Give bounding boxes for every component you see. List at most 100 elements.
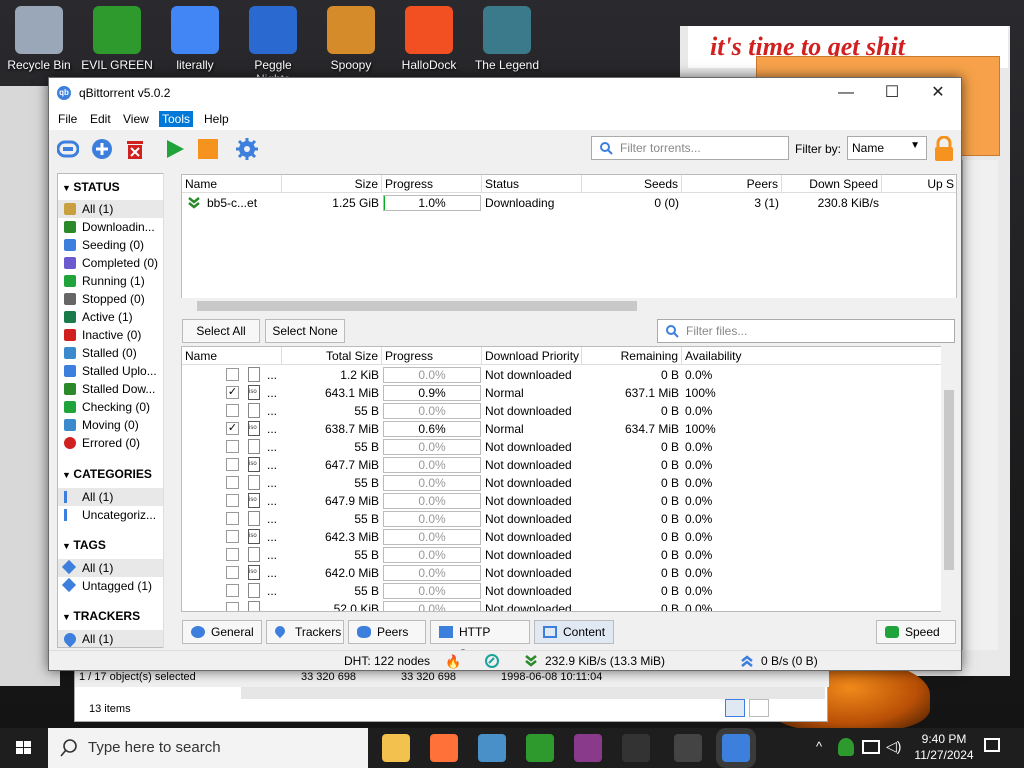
file-priority[interactable]: Not downloaded bbox=[482, 582, 582, 600]
categories-section-header[interactable]: ▼ CATEGORIES bbox=[62, 467, 152, 481]
tab-trackers[interactable]: Trackers bbox=[266, 620, 344, 644]
firefox-icon[interactable] bbox=[430, 734, 458, 762]
taskbar-clock[interactable]: 9:40 PM 11/27/2024 bbox=[908, 731, 980, 763]
settings-gear-icon[interactable] bbox=[236, 138, 258, 160]
sidebar-item-status[interactable]: Seeding (0) bbox=[58, 236, 176, 254]
sidebar-scrollbar[interactable] bbox=[163, 173, 177, 648]
file-row[interactable]: ... 55 B 0.0% Not downloaded 0 B 0.0% bbox=[182, 510, 942, 528]
file-priority[interactable]: Normal bbox=[482, 384, 582, 402]
sidebar-item-category-all[interactable]: All (1) bbox=[58, 488, 176, 506]
sidebar-item-status[interactable]: All (1) bbox=[58, 200, 176, 218]
sidebar-item-status[interactable]: Stalled (0) bbox=[58, 344, 176, 362]
file-priority[interactable]: Not downloaded bbox=[482, 474, 582, 492]
file-priority[interactable]: Not downloaded bbox=[482, 546, 582, 564]
sidebar-item-status[interactable]: Inactive (0) bbox=[58, 326, 176, 344]
sidebar-item-status[interactable]: Running (1) bbox=[58, 272, 176, 290]
file-row[interactable]: ... 55 B 0.0% Not downloaded 0 B 0.0% bbox=[182, 474, 942, 492]
qbittorrent-icon[interactable] bbox=[722, 734, 750, 762]
maximize-button[interactable]: ☐ bbox=[869, 78, 915, 108]
resume-icon[interactable] bbox=[164, 138, 186, 160]
file-row[interactable]: ✓... 638.7 MiB 0.6%Normal 634.7 MiB 100% bbox=[182, 420, 942, 438]
sidebar-item-status[interactable]: Downloadin... bbox=[58, 218, 176, 236]
col-availability[interactable]: Availability bbox=[682, 347, 956, 365]
file-list-vscroll[interactable] bbox=[941, 346, 957, 612]
tab-content[interactable]: Content bbox=[534, 620, 614, 644]
file-priority[interactable]: Not downloaded bbox=[482, 510, 582, 528]
file-row[interactable]: ... 52.0 KiB 0.0% Not downloaded 0 B 0.0% bbox=[182, 600, 942, 611]
file-checkbox[interactable] bbox=[226, 368, 239, 381]
file-row[interactable]: ... 55 B 0.0% Not downloaded 0 B 0.0% bbox=[182, 546, 942, 564]
sidebar-item-tracker-all[interactable]: All (1) bbox=[58, 630, 176, 647]
file-priority[interactable]: Not downloaded bbox=[482, 456, 582, 474]
menu-view[interactable]: View bbox=[120, 111, 152, 127]
tiles-view-icon[interactable] bbox=[749, 699, 769, 717]
windows-start-icon[interactable] bbox=[0, 728, 48, 768]
tab-http-sources[interactable]: HTTP Sources bbox=[430, 620, 530, 661]
menu-file[interactable]: File bbox=[55, 111, 80, 127]
sidebar-item-status[interactable]: Checking (0) bbox=[58, 398, 176, 416]
taskbar-search-input[interactable]: Type here to search bbox=[48, 728, 368, 768]
delete-icon[interactable] bbox=[124, 138, 146, 160]
file-checkbox[interactable] bbox=[226, 584, 239, 597]
file-row[interactable]: ...647.9 MiB0.0%Not downloaded0 B0.0% bbox=[182, 492, 942, 510]
col-status[interactable]: Status bbox=[482, 175, 582, 193]
col-progress[interactable]: Progress bbox=[382, 175, 482, 193]
select-all-button[interactable]: Select All bbox=[182, 319, 260, 343]
scroll-thumb[interactable] bbox=[944, 390, 954, 570]
desktop-icon[interactable]: literally bbox=[158, 6, 232, 72]
file-priority[interactable]: Not downloaded bbox=[482, 564, 582, 582]
tray-app-icon[interactable] bbox=[838, 738, 854, 756]
sidebar-item-status[interactable]: Stalled Dow... bbox=[58, 380, 176, 398]
file-row[interactable]: ✓... 643.1 MiB 0.9%Normal 637.1 MiB 100% bbox=[182, 384, 942, 402]
col-up-speed[interactable]: Up S bbox=[882, 175, 956, 193]
chevron-up-icon[interactable]: ^ bbox=[816, 739, 822, 754]
details-view-icon[interactable] bbox=[725, 699, 745, 717]
7zip-icon[interactable] bbox=[674, 734, 702, 762]
desktop-icon[interactable]: Spoopy bbox=[314, 6, 388, 72]
sidebar-item-status[interactable]: Completed (0) bbox=[58, 254, 176, 272]
sidebar-item-status[interactable]: Moving (0) bbox=[58, 416, 176, 434]
file-row[interactable]: ...647.7 MiB0.0%Not downloaded0 B0.0% bbox=[182, 456, 942, 474]
file-row[interactable]: ... 1.2 KiB 0.0% Not downloaded 0 B 0.0% bbox=[182, 366, 942, 384]
connection-status-icon[interactable] bbox=[485, 654, 499, 668]
sidebar-item-status[interactable]: Active (1) bbox=[58, 308, 176, 326]
file-priority[interactable]: Not downloaded bbox=[482, 528, 582, 546]
status-section-header[interactable]: ▼ STATUS bbox=[62, 180, 120, 194]
file-checkbox[interactable] bbox=[226, 566, 239, 579]
torrent-row[interactable]: bb5-c...et 1.25 GiB 1.0% Downloading 0 (… bbox=[182, 194, 956, 212]
file-row[interactable]: ...642.3 MiB0.0%Not downloaded0 B0.0% bbox=[182, 528, 942, 546]
file-priority[interactable]: Not downloaded bbox=[482, 366, 582, 384]
col-size[interactable]: Size bbox=[282, 175, 382, 193]
p-app-icon[interactable] bbox=[622, 734, 650, 762]
torrent-list-hscroll[interactable] bbox=[181, 298, 957, 314]
col-down-speed[interactable]: Down Speed bbox=[782, 175, 882, 193]
col-total-size[interactable]: Total Size bbox=[282, 347, 382, 365]
sidebar-item-status[interactable]: Stopped (0) bbox=[58, 290, 176, 308]
lock-icon[interactable] bbox=[933, 136, 955, 162]
file-priority[interactable]: Not downloaded bbox=[482, 492, 582, 510]
desktop-icon[interactable]: Recycle Bin bbox=[2, 6, 76, 72]
col-download-priority[interactable]: Download Priority bbox=[482, 347, 582, 365]
sidebar-item-status[interactable]: Errored (0) bbox=[58, 434, 176, 452]
file-row[interactable]: ... 55 B 0.0% Not downloaded 0 B 0.0% bbox=[182, 438, 942, 456]
scroll-thumb[interactable] bbox=[197, 301, 637, 311]
notifications-icon[interactable] bbox=[984, 738, 1000, 752]
file-checkbox[interactable] bbox=[226, 602, 239, 611]
minimize-button[interactable]: — bbox=[823, 78, 869, 108]
col-name[interactable]: Name bbox=[182, 175, 282, 193]
file-checkbox[interactable] bbox=[226, 404, 239, 417]
col-file-progress[interactable]: Progress bbox=[382, 347, 482, 365]
tab-peers[interactable]: Peers bbox=[348, 620, 426, 644]
filter-files-input[interactable]: Filter files... bbox=[657, 319, 955, 343]
stop-icon[interactable] bbox=[197, 138, 219, 160]
col-seeds[interactable]: Seeds bbox=[582, 175, 682, 193]
file-explorer-icon[interactable] bbox=[382, 734, 410, 762]
file-priority[interactable]: Not downloaded bbox=[482, 438, 582, 456]
menu-tools[interactable]: Tools bbox=[159, 111, 194, 127]
file-row[interactable]: ...642.0 MiB0.0%Not downloaded0 B0.0% bbox=[182, 564, 942, 582]
desktop-icon[interactable]: EVIL GREEN bbox=[80, 6, 154, 72]
menu-edit[interactable]: Edit bbox=[87, 111, 114, 127]
file-row[interactable]: ... 55 B 0.0% Not downloaded 0 B 0.0% bbox=[182, 402, 942, 420]
file-priority[interactable]: Not downloaded bbox=[482, 402, 582, 420]
file-checkbox[interactable] bbox=[226, 440, 239, 453]
